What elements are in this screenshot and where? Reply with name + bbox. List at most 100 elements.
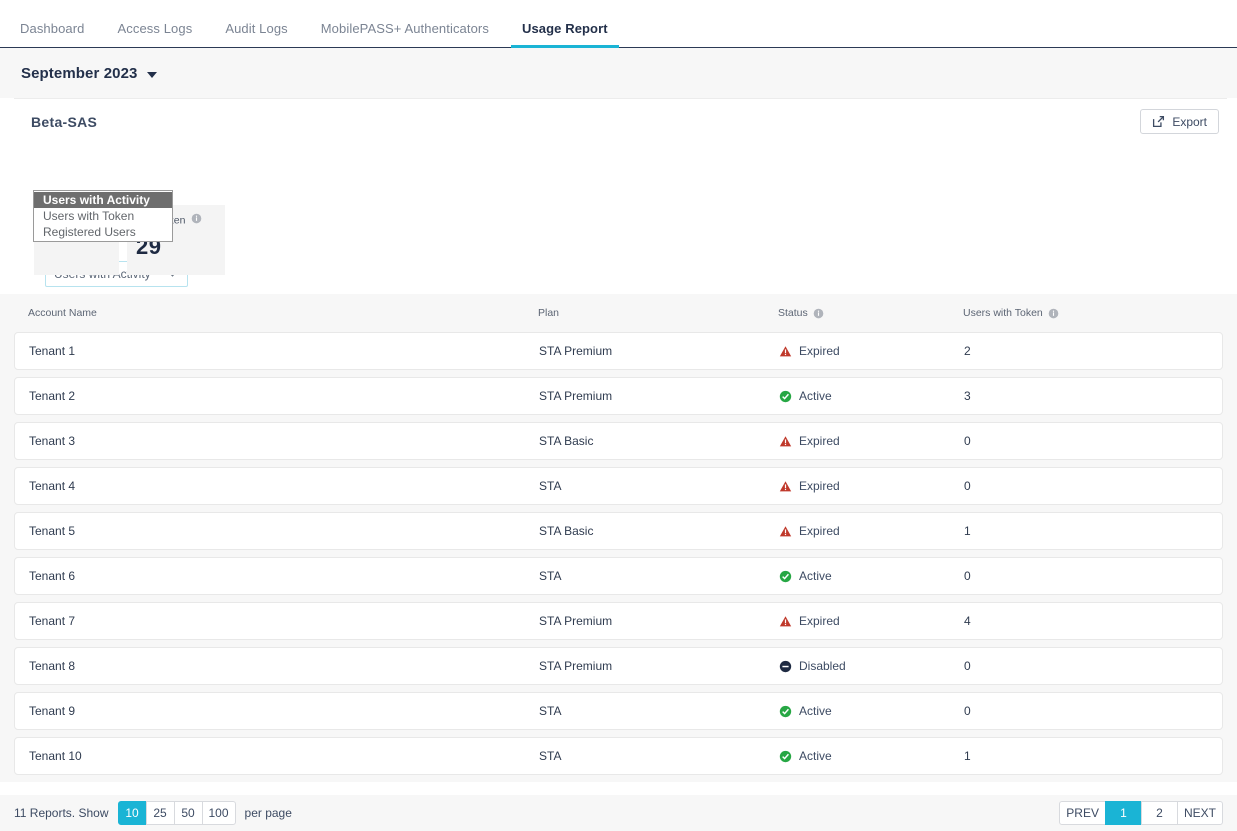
table-row[interactable]: Tenant 5STA Basic Expired 1 <box>14 512 1223 550</box>
cell-account-name: Tenant 6 <box>29 569 539 583</box>
cell-users-with-token: 0 <box>964 569 1184 583</box>
column-header-users-label: Users with Token <box>963 307 1043 319</box>
cell-status: Active <box>779 749 964 763</box>
cell-status: Expired <box>779 479 964 493</box>
table-row[interactable]: Tenant 4STAExpired0 <box>14 467 1223 505</box>
status-label: Expired <box>799 479 840 493</box>
column-header-account-name: Account Name <box>28 307 538 319</box>
cell-status: Expired <box>779 344 964 358</box>
table-row[interactable]: Tenant 6STA Active 0 <box>14 557 1223 595</box>
cell-account-name: Tenant 10 <box>29 749 539 763</box>
column-header-status-label: Status <box>778 307 808 319</box>
pager-group[interactable]: PREV12NEXT <box>1059 801 1223 825</box>
cell-status: Expired <box>779 614 964 628</box>
tab-usage-report[interactable]: Usage Report <box>522 21 624 47</box>
table-row[interactable]: Tenant 7STA Premium Expired 4 <box>14 602 1223 640</box>
table-row[interactable]: Tenant 9STAActive0 <box>14 692 1223 730</box>
status-label: Active <box>799 389 832 403</box>
cell-plan: STA Basic <box>539 524 779 538</box>
pagination-footer: 11 Reports. Show 102550100 per page PREV… <box>0 795 1237 831</box>
cell-users-with-token: 3 <box>964 389 1184 403</box>
page-size-controls: 11 Reports. Show 102550100 per page <box>14 801 292 825</box>
info-icon[interactable] <box>1048 308 1059 319</box>
table-body: Tenant 1STA PremiumExpired2Tenant 2STA P… <box>14 332 1223 775</box>
cell-account-name: Tenant 2 <box>29 389 539 403</box>
page-size-100[interactable]: 100 <box>202 801 236 825</box>
table-row[interactable]: Tenant 2STA Premium Active 3 <box>14 377 1223 415</box>
status-label: Expired <box>799 614 840 628</box>
cell-status: Expired <box>779 524 964 538</box>
tab-audit-logs[interactable]: Audit Logs <box>225 21 303 47</box>
table-row[interactable]: Tenant 1STA Premium Expired 2 <box>14 332 1223 370</box>
page-size-50[interactable]: 50 <box>174 801 203 825</box>
cell-users-with-token: 2 <box>964 344 1184 358</box>
status-expired-icon <box>779 615 792 628</box>
panel-title: Beta-SAS <box>31 114 97 130</box>
cell-plan: STA <box>539 749 779 763</box>
table-row[interactable]: Tenant 8STA Premium Disabled 0 <box>14 647 1223 685</box>
cell-plan: STA <box>539 704 779 718</box>
pager-prev[interactable]: PREV <box>1059 801 1106 825</box>
cell-account-name: Tenant 1 <box>29 344 539 358</box>
page-size-25[interactable]: 25 <box>146 801 175 825</box>
info-icon[interactable] <box>191 213 202 228</box>
pager-1[interactable]: 1 <box>1105 801 1142 825</box>
reports-table: Account Name Plan Status Users with Toke… <box>0 294 1237 782</box>
cell-account-name: Tenant 8 <box>29 659 539 673</box>
info-icon[interactable] <box>813 308 824 319</box>
cell-users-with-token: 1 <box>964 524 1184 538</box>
status-label: Expired <box>799 524 840 538</box>
tab-dashboard[interactable]: Dashboard <box>20 21 101 47</box>
status-expired-icon <box>779 345 792 358</box>
top-tab-bar: Dashboard Access Logs Audit Logs MobileP… <box>0 0 1237 48</box>
date-selector-bar: September 2023 <box>0 48 1237 98</box>
cell-account-name: Tenant 4 <box>29 479 539 493</box>
cell-status: Active <box>779 704 964 718</box>
pager-2[interactable]: 2 <box>1141 801 1178 825</box>
cell-account-name: Tenant 7 <box>29 614 539 628</box>
cell-plan: STA Premium <box>539 344 779 358</box>
status-active-icon <box>779 390 792 403</box>
cell-users-with-token: 0 <box>964 659 1184 673</box>
page-size-10[interactable]: 10 <box>118 801 147 825</box>
cell-plan: STA <box>539 569 779 583</box>
dropdown-option-users-with-token[interactable]: Users with Token <box>34 208 172 224</box>
cell-users-with-token: 0 <box>964 704 1184 718</box>
dropdown-option-registered-users[interactable]: Registered Users <box>34 224 172 240</box>
status-label: Expired <box>799 434 840 448</box>
selected-month-label[interactable]: September 2023 <box>21 65 137 82</box>
cell-plan: STA Premium <box>539 389 779 403</box>
report-count-label: 11 Reports. Show <box>14 806 109 820</box>
per-page-label: per page <box>245 806 292 820</box>
cell-users-with-token: 4 <box>964 614 1184 628</box>
column-header-status: Status <box>778 307 963 319</box>
cell-plan: STA Premium <box>539 659 779 673</box>
cell-plan: STA Premium <box>539 614 779 628</box>
table-row[interactable]: Tenant 3STA BasicExpired0 <box>14 422 1223 460</box>
status-expired-icon <box>779 435 792 448</box>
dropdown-option-users-with-activity[interactable]: Users with Activity <box>34 192 172 208</box>
tab-access-logs[interactable]: Access Logs <box>118 21 209 47</box>
table-row[interactable]: Tenant 10STAActive1 <box>14 737 1223 775</box>
caret-down-icon[interactable] <box>147 72 157 78</box>
cell-account-name: Tenant 5 <box>29 524 539 538</box>
status-label: Active <box>799 569 832 583</box>
cell-status: Expired <box>779 434 964 448</box>
page-size-group[interactable]: 102550100 <box>118 801 236 825</box>
status-expired-icon <box>779 480 792 493</box>
column-header-plan: Plan <box>538 307 778 319</box>
pager-next[interactable]: NEXT <box>1177 801 1223 825</box>
status-label: Expired <box>799 344 840 358</box>
status-disabled-icon <box>779 660 792 673</box>
status-active-icon <box>779 750 792 763</box>
status-expired-icon <box>779 525 792 538</box>
cell-status: Active <box>779 569 964 583</box>
cell-status: Disabled <box>779 659 964 673</box>
switch-data-dropdown-list[interactable]: Users with Activity Users with Token Reg… <box>33 190 173 242</box>
tab-mobilepass-authenticators[interactable]: MobilePASS+ Authenticators <box>321 21 505 47</box>
status-label: Active <box>799 704 832 718</box>
column-header-users-with-token: Users with Token <box>963 307 1183 319</box>
cell-plan: STA <box>539 479 779 493</box>
status-label: Disabled <box>799 659 846 673</box>
export-button[interactable]: Export <box>1140 109 1219 134</box>
